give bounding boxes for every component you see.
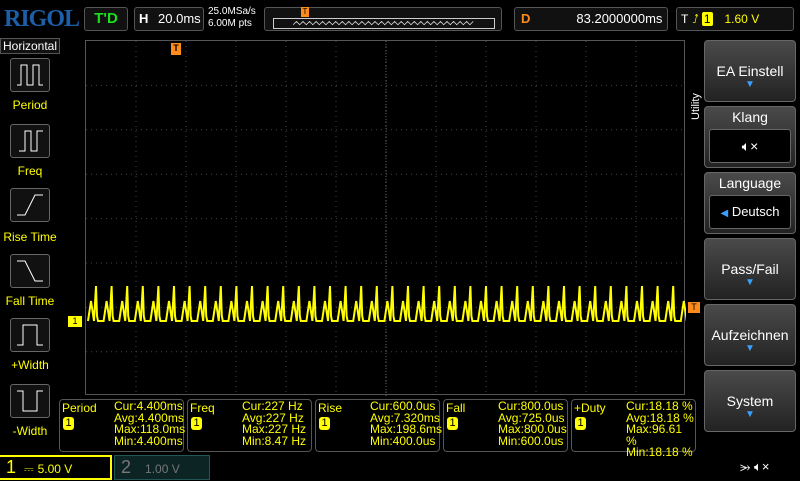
ch1-offset-marker[interactable]: 1 bbox=[68, 316, 82, 327]
status-icons: ⭃ 🔈︎× bbox=[740, 455, 796, 480]
klang-label: Klang bbox=[732, 109, 768, 125]
ch1-scale: 5.00 V bbox=[37, 462, 73, 476]
sample-rate: 25.0MSa/s bbox=[208, 6, 256, 17]
rise-time-label: Rise Time bbox=[3, 230, 57, 244]
chevron-down-icon: ▼ bbox=[745, 409, 755, 420]
ch1-waveform bbox=[87, 285, 692, 322]
ch2-scale: 1.00 V bbox=[145, 462, 180, 476]
system-label: System bbox=[726, 393, 774, 409]
ch2-scale-button[interactable]: 2 1.00 V bbox=[114, 455, 210, 480]
timeline-trigger-marker: T bbox=[301, 7, 309, 17]
trigger-label: T bbox=[681, 12, 689, 26]
fall-time-button[interactable] bbox=[10, 254, 50, 288]
meas-min: Min:18.18 % bbox=[626, 445, 693, 459]
meas-min: Min:8.47 Hz bbox=[242, 433, 307, 448]
measurement-fall[interactable]: Fall 1 Cur:800.0us Avg:725.0us Max:800.0us Mi… bbox=[443, 399, 568, 452]
delay-display[interactable]: D 83.2000000ms bbox=[514, 7, 668, 31]
period-label: Period bbox=[12, 98, 48, 112]
pos-width-label: +Width bbox=[11, 358, 49, 372]
trigger-position-marker[interactable]: T bbox=[171, 43, 181, 55]
neg-width-button[interactable] bbox=[10, 384, 50, 418]
ch2-number: 2 bbox=[121, 457, 132, 477]
ea-einstell-button[interactable]: EA Einstell ▼ bbox=[704, 40, 796, 102]
meas-min: Min:4.400ms bbox=[114, 433, 183, 448]
trigger-level: 1.60 V bbox=[724, 12, 760, 26]
timebase-value: 20.0ms bbox=[158, 11, 201, 26]
meas-name: Period bbox=[62, 401, 97, 415]
meas-name: Rise bbox=[318, 401, 343, 415]
meas-name: +Duty bbox=[574, 401, 606, 415]
pass-fail-label: Pass/Fail bbox=[721, 261, 779, 277]
timeline-waveform-icon bbox=[273, 18, 495, 29]
pos-width-icon bbox=[17, 324, 43, 346]
speaker-mute-icon: 🔈︎× bbox=[709, 129, 791, 163]
memory-depth: 6.00M pts bbox=[208, 18, 252, 29]
period-icon bbox=[17, 64, 43, 86]
language-button[interactable]: Language ◀ Deutsch bbox=[704, 172, 796, 234]
memory-timeline[interactable]: T bbox=[264, 7, 502, 31]
meas-channel: 1 bbox=[63, 417, 74, 430]
usb-icon: ⭃ bbox=[740, 459, 751, 474]
meas-name: Freq bbox=[190, 401, 215, 415]
chevron-down-icon: ▼ bbox=[745, 79, 755, 90]
neg-width-icon bbox=[17, 390, 43, 412]
fall-time-label: Fall Time bbox=[5, 294, 55, 308]
timebase-display[interactable]: H 20.0ms bbox=[134, 7, 204, 31]
meas-min: Min:600.0us bbox=[498, 433, 564, 448]
meas-channel: 1 bbox=[575, 417, 586, 430]
neg-width-label: -Width bbox=[12, 424, 48, 438]
pass-fail-button[interactable]: Pass/Fail ▼ bbox=[704, 238, 796, 300]
meas-name: Fall bbox=[446, 401, 466, 415]
trigger-source: 1 bbox=[701, 12, 713, 26]
system-button[interactable]: System ▼ bbox=[704, 370, 796, 432]
language-value: ◀ Deutsch bbox=[709, 195, 791, 229]
waveform-grid[interactable] bbox=[85, 40, 692, 396]
meas-channel: 1 bbox=[319, 417, 330, 430]
left-menu: Horizontal Period Freq Rise Time Fall Ti… bbox=[0, 38, 60, 438]
measurement-rise[interactable]: Rise 1 Cur:600.0us Avg:7.320ms Max:198.6ms Mi… bbox=[315, 399, 442, 452]
dc-coupling-icon: ⎓ bbox=[24, 462, 34, 476]
measurement-duty[interactable]: +Duty 1 Cur:18.18 % Avg:18.18 % Max:96.61 % M… bbox=[571, 399, 696, 458]
speaker-mute-icon: 🔈︎× bbox=[754, 459, 770, 474]
language-label: Language bbox=[718, 175, 782, 191]
acquisition-info: 25.0MSa/s 6.00M pts bbox=[208, 6, 256, 30]
measurement-period[interactable]: Period 1 Cur:4.400ms Avg:4.400ms Max:118.0ms… bbox=[59, 399, 185, 452]
aufzeichnen-label: Aufzeichnen bbox=[711, 327, 789, 343]
trigger-display[interactable]: T ⭜ 1 1.60 V bbox=[676, 7, 794, 31]
freq-label: Freq bbox=[17, 164, 43, 178]
chevron-down-icon: ▼ bbox=[745, 277, 755, 288]
rise-time-button[interactable] bbox=[10, 188, 50, 222]
fall-time-icon bbox=[17, 260, 43, 282]
language-value-text: Deutsch bbox=[731, 204, 780, 219]
klang-button[interactable]: Klang 🔈︎× bbox=[704, 106, 796, 168]
timebase-label: H bbox=[139, 11, 149, 26]
chevron-down-icon: ▼ bbox=[745, 343, 755, 354]
aufzeichnen-button[interactable]: Aufzeichnen ▼ bbox=[704, 304, 796, 366]
freq-button[interactable] bbox=[10, 124, 50, 158]
ea-einstell-label: EA Einstell bbox=[716, 63, 784, 79]
meas-min: Min:400.0us bbox=[370, 433, 436, 448]
ch1-scale-button[interactable]: 1 ⎓ 5.00 V bbox=[0, 455, 112, 480]
period-button[interactable] bbox=[10, 58, 50, 92]
pos-width-button[interactable] bbox=[10, 318, 50, 352]
run-state[interactable]: T'D bbox=[84, 7, 128, 31]
chevron-left-icon: ◀ bbox=[720, 208, 729, 219]
left-menu-title: Horizontal bbox=[0, 38, 60, 54]
right-menu-title: Utility bbox=[690, 93, 702, 120]
trigger-level-marker[interactable]: T bbox=[688, 302, 700, 313]
meas-max: Max:96.61 % bbox=[626, 422, 683, 448]
waveform-display bbox=[86, 41, 692, 396]
ch1-number: 1 bbox=[6, 457, 17, 477]
delay-value: 83.2000000ms bbox=[576, 11, 663, 26]
meas-channel: 1 bbox=[191, 417, 202, 430]
delay-label: D bbox=[521, 11, 531, 26]
meas-channel: 1 bbox=[447, 417, 458, 430]
freq-icon bbox=[19, 130, 43, 152]
measurement-freq[interactable]: Freq 1 Cur:227 Hz Avg:227 Hz Max:227 Hz Min:8… bbox=[187, 399, 312, 452]
rising-edge-icon: ⭜ bbox=[692, 12, 699, 26]
rigol-logo: RIGOL bbox=[4, 6, 80, 32]
rise-time-icon bbox=[17, 194, 43, 216]
